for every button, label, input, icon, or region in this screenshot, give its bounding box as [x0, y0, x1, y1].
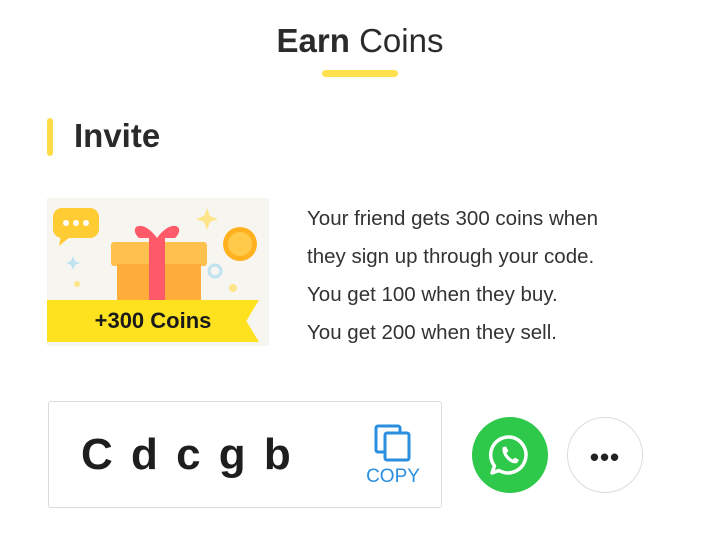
page-title-rest: Coins: [349, 22, 444, 59]
whatsapp-icon: [489, 435, 528, 475]
copy-label: COPY: [366, 466, 420, 487]
more-dots-icon: •••: [589, 442, 621, 472]
title-underline: [322, 70, 398, 77]
page-title: Earn Coins: [0, 22, 720, 60]
description-line: You get 100 when they buy.: [307, 283, 558, 306]
header: Earn Coins: [0, 0, 720, 100]
promo-label: +300 Coins: [94, 308, 212, 333]
invite-description: Your friend gets 300 coins when they sig…: [307, 200, 707, 352]
promo-image: +300 Coins: [47, 198, 269, 346]
description-line: they sign up through your code.: [307, 245, 595, 268]
invite-code: C d c g b: [81, 430, 291, 479]
copy-icon: [374, 424, 411, 462]
description-line: Your friend gets 300 coins when: [307, 207, 598, 230]
share-whatsapp-button[interactable]: [472, 417, 548, 493]
copy-button[interactable]: COPY: [361, 424, 425, 494]
description-line: You get 200 when they sell.: [307, 321, 557, 344]
section-title: Invite: [74, 117, 161, 154]
invite-code-box: C d c g b COPY: [48, 401, 442, 508]
section-accent-bar: [47, 118, 53, 156]
page-title-bold: Earn: [276, 22, 350, 59]
more-share-options-button[interactable]: •••: [567, 417, 643, 493]
